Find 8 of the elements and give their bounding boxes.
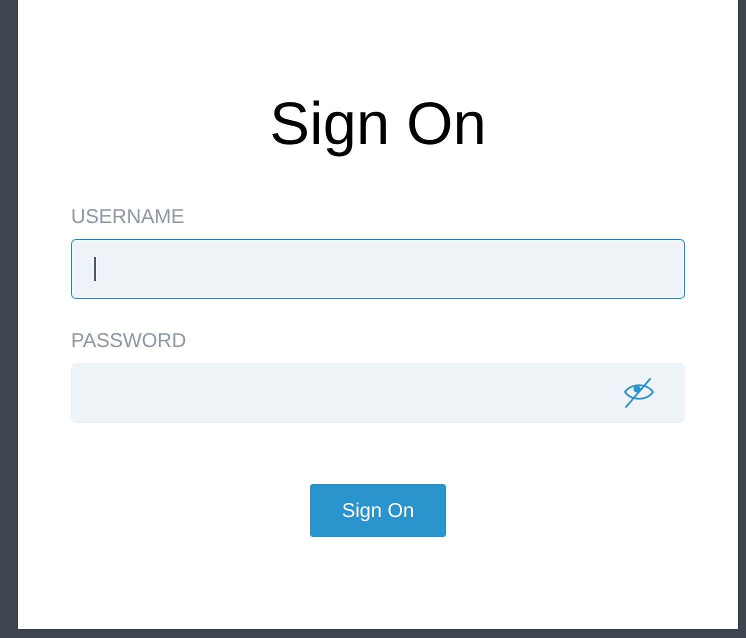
- field-label: PASSWORD: [71, 329, 188, 353]
- page-title: Sign On: [270, 89, 486, 159]
- text-caret: [94, 257, 96, 281]
- username-field[interactable]: [71, 239, 685, 299]
- password-field[interactable]: [71, 363, 685, 423]
- sign-on-button[interactable]: Sign On: [310, 484, 446, 537]
- field-label: USERNAME: [71, 205, 186, 229]
- hidden-eye-icon[interactable]: [622, 377, 656, 409]
